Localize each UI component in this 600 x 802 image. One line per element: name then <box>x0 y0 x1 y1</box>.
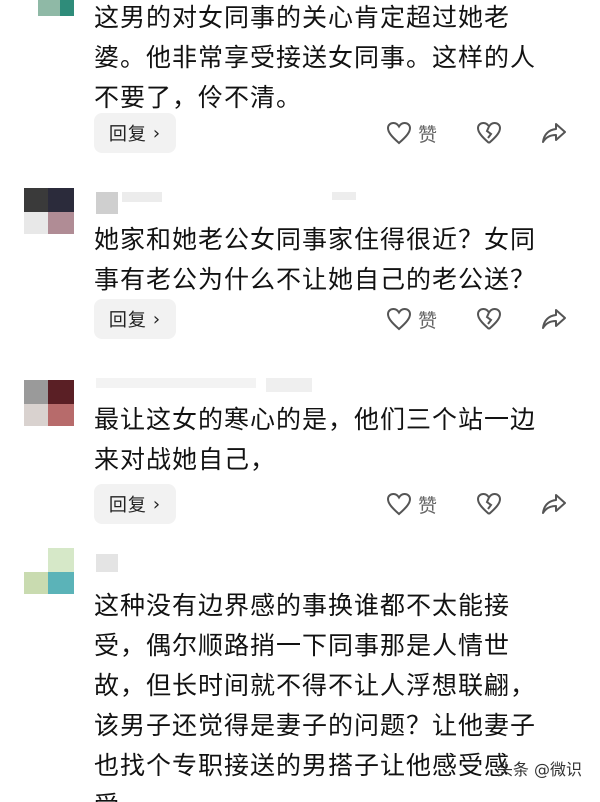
avatar[interactable] <box>24 548 74 594</box>
reply-button[interactable]: 回复 › <box>94 113 176 153</box>
reply-button[interactable]: 回复 › <box>94 484 176 524</box>
comment-line: 不要了，伶不清。 <box>94 83 303 112</box>
like-label: 赞 <box>418 123 438 146</box>
chevron-right-icon: › <box>152 308 162 330</box>
heart-outline-icon <box>386 492 412 516</box>
like-label: 赞 <box>418 309 438 332</box>
comment-line: 这男的对女同事的关心肯定超过她老 <box>94 3 511 32</box>
broken-heart-icon <box>476 307 502 330</box>
comment-line: 最让这女的寒心的是，他们三个站一边 <box>94 405 537 434</box>
avatar[interactable] <box>24 0 74 16</box>
avatar[interactable] <box>24 188 74 234</box>
comment-actions: 赞 <box>382 118 582 148</box>
like-button[interactable]: 赞 <box>386 304 437 334</box>
like-button[interactable]: 赞 <box>386 118 437 148</box>
reply-label: 回复 <box>108 310 147 331</box>
comment-text: 这种没有边界感的事换谁都不太能接 受，偶尔顺路捎一下同事那是人情世 故，但长时间… <box>94 586 564 802</box>
comment-feed: 这男的对女同事的关心肯定超过她老 婆。他非常享受接送女同事。这样的人 不要了，伶… <box>0 0 600 802</box>
avatar[interactable] <box>24 380 74 426</box>
comment-text: 这男的对女同事的关心肯定超过她老 婆。他非常享受接送女同事。这样的人 不要了，伶… <box>94 0 564 118</box>
chevron-right-icon: › <box>152 493 162 515</box>
dislike-button[interactable] <box>476 304 502 334</box>
comment-actions: 赞 <box>382 304 582 334</box>
like-label: 赞 <box>418 494 438 517</box>
comment-line: 事有老公为什么不让她自己的老公送？ <box>94 265 537 294</box>
comment-line: 来对战她自己， <box>94 445 277 474</box>
share-button[interactable] <box>540 304 568 334</box>
heart-outline-icon <box>386 121 412 145</box>
reply-label: 回复 <box>108 495 147 516</box>
broken-heart-icon <box>476 121 502 144</box>
heart-outline-icon <box>386 307 412 331</box>
comment-line: 也找个专职接送的男搭子让他感受感 <box>94 751 511 780</box>
comment-line: 受。 <box>94 786 564 802</box>
comment-actions: 赞 <box>382 489 582 519</box>
dislike-button[interactable] <box>476 489 502 519</box>
dislike-button[interactable] <box>476 118 502 148</box>
reply-button[interactable]: 回复 › <box>94 299 176 339</box>
comment-line: 她家和她老公女同事家住得很近？女同 <box>94 225 537 254</box>
comment-line: 故，但长时间就不得不让人浮想联翩， <box>94 671 537 700</box>
share-button[interactable] <box>540 118 568 148</box>
comment-line: 婆。他非常享受接送女同事。这样的人 <box>94 43 537 72</box>
chevron-right-icon: › <box>152 122 162 144</box>
comment-line: 该男子还觉得是妻子的问题？让他妻子 <box>94 711 537 740</box>
share-button[interactable] <box>540 489 568 519</box>
share-arrow-icon <box>542 123 566 143</box>
comment-line: 这种没有边界感的事换谁都不太能接 <box>94 591 511 620</box>
watermark: 头条 @微识 <box>496 760 582 779</box>
share-arrow-icon <box>542 494 566 514</box>
like-button[interactable]: 赞 <box>386 489 437 519</box>
reply-label: 回复 <box>108 124 147 145</box>
comment-line: 受，偶尔顺路捎一下同事那是人情世 <box>94 631 511 660</box>
broken-heart-icon <box>476 492 502 515</box>
comment-text: 最让这女的寒心的是，他们三个站一边 来对战她自己， <box>94 400 564 480</box>
comment-text: 她家和她老公女同事家住得很近？女同 事有老公为什么不让她自己的老公送？ <box>94 220 564 300</box>
share-arrow-icon <box>542 309 566 329</box>
